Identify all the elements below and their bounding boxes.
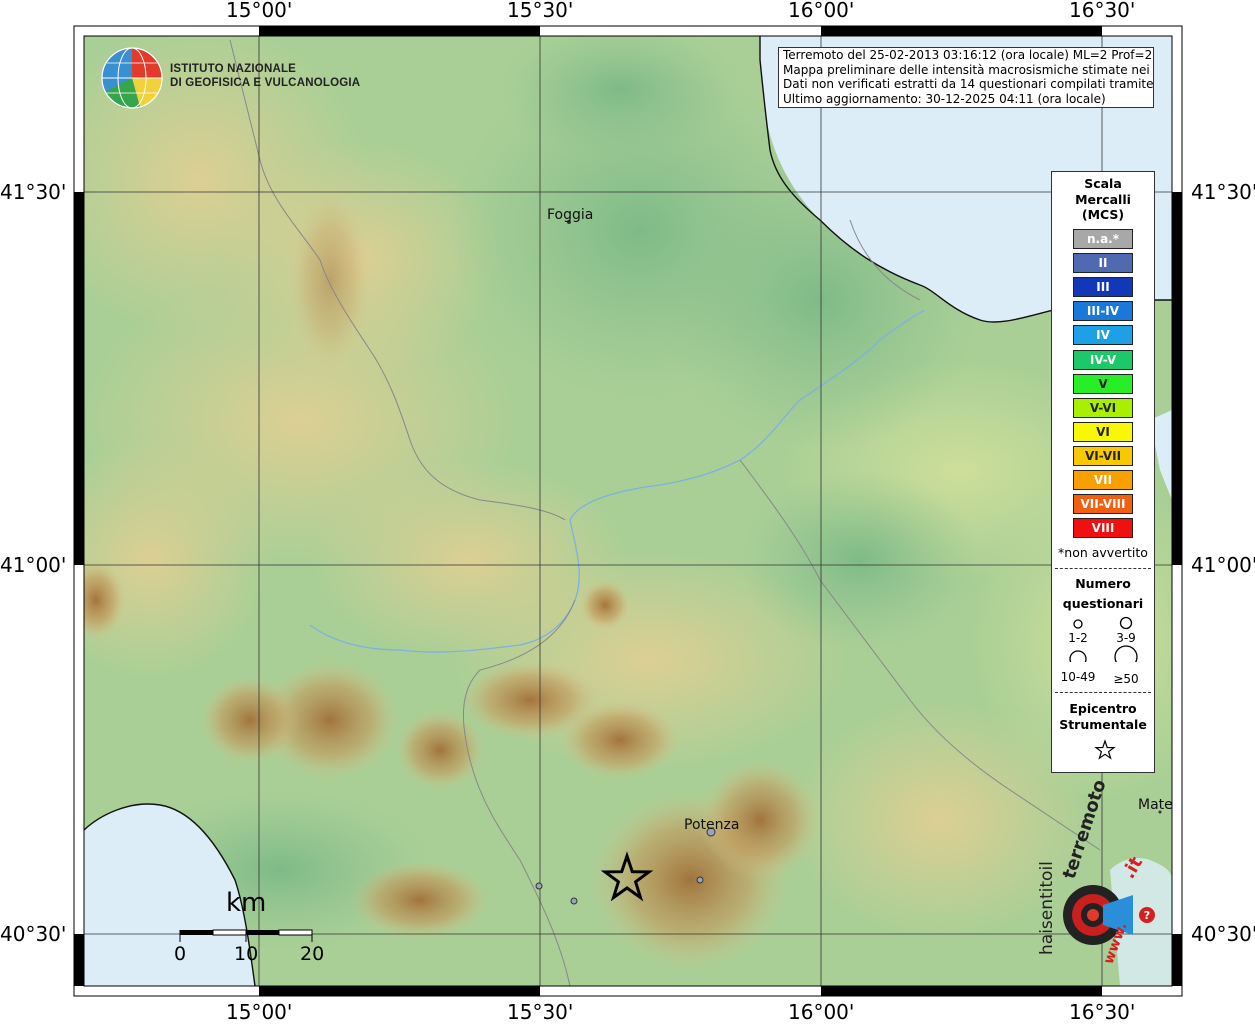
city-label-foggia: Foggia [547,207,594,223]
size-symbol-small-icon [1073,619,1083,629]
intensity-swatch: III [1073,277,1133,298]
legend-title-line-1: Scala [1084,176,1122,191]
intensity-swatch: VII [1073,470,1133,490]
legend-divider [1055,568,1151,569]
legend-title-line-3: (MCS) [1081,207,1125,222]
intensity-point[interactable] [535,882,543,890]
intensity-swatch: II [1073,253,1133,274]
intensity-swatch: V-VI [1073,397,1133,418]
event-info-line-4: Ultimo aggiornamento: 30-12-2025 04:11 (… [783,92,1106,107]
intensity-swatch: VIII [1073,518,1133,539]
intensity-swatch: V [1073,373,1133,394]
size-symbol-large-icon [1069,650,1087,662]
lat-label-41-00-left: 41°00' [0,553,67,577]
scale-tick-0: 0 [174,943,187,965]
intensity-point[interactable] [570,897,578,905]
scale-tick-20: 20 [300,943,325,965]
institute-name: ISTITUTO NAZIONALE DI GEOFISICA E VULCAN… [170,62,360,90]
size-label-10-49: 10-49 [1060,670,1096,684]
event-info-box: Terremoto del 25-02-2013 03:16:12 (ora l… [778,47,1154,108]
legend-divider [1055,692,1151,693]
questionnaires-title-line-1: Numero [1075,576,1131,591]
lat-label-40-30-right: 40°30' [1191,922,1255,946]
intensity-swatch: VI-VII [1073,445,1133,466]
lon-label-16-30-top: 16°30' [1069,0,1136,22]
lon-label-16-00-top: 16°00' [788,0,855,22]
intensity-swatch: n.a.* [1073,229,1133,249]
svg-text:haisentitoil: haisentitoil [1037,861,1057,955]
size-label-50: ≥50 [1113,672,1139,686]
scale-unit: km [226,888,267,918]
city-label-matera: Mate [1138,797,1173,813]
institute-line-2: DI GEOFISICA E VULCANOLOGIA [170,77,361,89]
lon-label-15-30-top: 15°30' [507,0,574,22]
legend-panel: Scala Mercalli (MCS) n.a.* II III III-IV IV I… [1051,171,1155,773]
ingv-logo-icon [101,47,163,109]
intensity-swatch: IV-V [1073,349,1133,370]
questionnaires-title-line-2: questionari [1062,596,1144,611]
size-label-1-2: 1-2 [1068,631,1088,645]
legend-title-line-2: Mercalli [1075,191,1131,207]
epicenter-title-line-1: Epicentro [1069,701,1137,716]
lat-label-41-00-right: 41°00' [1191,553,1255,577]
size-symbol-medium-icon [1119,616,1133,630]
lat-label-41-30-right: 41°30' [1191,180,1255,204]
not-felt-note: *non avvertito [1058,545,1148,560]
lon-label-16-00-bottom: 16°00' [788,1000,855,1024]
intensity-swatch: IV [1073,325,1133,346]
legend-star-icon [1094,739,1116,760]
lat-label-40-30-left: 40°30' [0,922,67,946]
intensity-swatch: VII-VIII [1073,494,1133,515]
lat-label-41-30-left: 41°30' [0,180,67,204]
institute-line-1: ISTITUTO NAZIONALE [170,63,297,75]
intensity-point[interactable] [696,876,704,884]
intensity-swatch: III-IV [1073,301,1133,322]
svg-text:?: ? [1144,909,1150,922]
lon-label-15-00-bottom: 15°00' [226,1000,293,1024]
event-info-line-3: Dati non verificati estratti da 14 quest… [783,77,1153,92]
event-info-line-1: Terremoto del 25-02-2013 03:16:12 (ora l… [783,48,1153,62]
scale-tick-10: 10 [234,943,259,965]
lon-label-16-30-bottom: 16°30' [1069,1000,1136,1024]
intensity-swatch: VI [1073,421,1133,442]
size-symbol-xlarge-icon [1114,645,1138,662]
lon-label-15-00-top: 15°00' [226,0,293,22]
event-info-line-2: Mappa preliminare delle intensità macros… [783,62,1153,77]
city-label-potenza: Potenza [684,817,740,833]
epicenter-title-line-2: Strumentale [1059,716,1147,732]
lon-label-15-30-bottom: 15°30' [507,1000,574,1024]
size-label-3-9: 3-9 [1116,631,1136,645]
